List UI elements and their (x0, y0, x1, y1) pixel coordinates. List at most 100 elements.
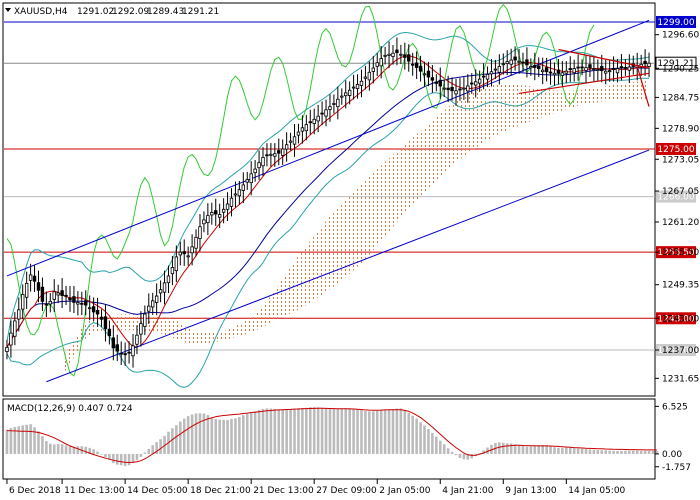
candle-body (84, 300, 88, 306)
macd-histogram-bar (64, 445, 68, 454)
macd-histogram-bar (407, 412, 411, 454)
macd-histogram-bar (249, 412, 253, 454)
macd-histogram-bar (308, 407, 312, 454)
macd-histogram-bar (608, 450, 611, 454)
candle-body (166, 275, 171, 284)
macd-histogram-bar (383, 409, 387, 454)
candle-body (56, 292, 60, 296)
candle-body (206, 215, 210, 224)
candle-body (24, 282, 29, 298)
candle-body (68, 297, 72, 301)
macd-histogram-bar (651, 450, 655, 454)
macd-histogram-bar (194, 413, 198, 454)
candle-body (588, 64, 592, 69)
macd-histogram-bar (411, 415, 414, 454)
macd-histogram-bar (261, 408, 265, 454)
macd-histogram-bar (5, 429, 9, 454)
macd-histogram-bar (446, 448, 450, 454)
macd-histogram-bar (84, 446, 88, 454)
candle-body (399, 53, 403, 56)
macd-histogram-bar (190, 414, 194, 454)
macd-histogram-bar (265, 408, 269, 454)
candle-body (600, 66, 604, 72)
candle-body (493, 68, 498, 71)
candle-body (529, 66, 533, 69)
macd-histogram-bar (584, 449, 588, 454)
macd-histogram-bar (576, 448, 580, 454)
candle-body (28, 274, 33, 281)
candle-body (615, 68, 620, 74)
candle-body (481, 75, 486, 78)
candle-body (324, 109, 328, 117)
macd-histogram-bar (68, 446, 72, 454)
macd-histogram-bar (628, 450, 631, 454)
macd-histogram-bar (549, 446, 552, 454)
macd-histogram-bar (25, 424, 28, 454)
macd-histogram-bar (29, 424, 32, 454)
candle-body (442, 87, 446, 90)
macd-histogram-bar (505, 443, 509, 454)
macd-tick-label: 6.525 (662, 402, 688, 412)
macd-histogram-bar (375, 410, 379, 454)
candle-body (131, 345, 135, 357)
macd-histogram-bar (336, 408, 340, 454)
macd-histogram-bar (52, 444, 56, 454)
macd-histogram-bar (624, 450, 627, 454)
ohlc-high: 1292.09 (112, 7, 149, 17)
macd-histogram-bar (45, 441, 48, 454)
macd-histogram-bar (435, 436, 438, 454)
candle-body (351, 86, 356, 89)
macd-histogram-bar (76, 446, 80, 454)
candle-body (596, 69, 600, 72)
candle-body (202, 219, 206, 225)
candle-body (371, 67, 375, 72)
macd-histogram-bar (647, 450, 651, 454)
candle-body (170, 267, 175, 275)
candle-body (584, 67, 588, 71)
candle-body (379, 58, 383, 67)
macd-histogram-bar (643, 450, 647, 454)
candle-body (387, 53, 391, 56)
candle-body (513, 56, 517, 61)
time-tick-label: 14 Dec 05:00 (127, 486, 188, 496)
macd-histogram-bar (147, 448, 151, 454)
macd-histogram-bar (592, 449, 596, 454)
candle-body (611, 67, 616, 71)
candle-body (245, 179, 249, 183)
candle-body (304, 124, 309, 132)
candle-body (233, 193, 238, 196)
macd-histogram-bar (230, 419, 233, 454)
macd-histogram-bar (419, 422, 422, 454)
macd-histogram-bar (48, 443, 52, 454)
macd-histogram-bar (21, 425, 25, 454)
candle-body (95, 309, 100, 315)
macd-histogram-bar (198, 413, 202, 454)
macd-histogram-bar (360, 410, 363, 454)
macd-histogram-bar (182, 418, 186, 454)
candle-body (198, 226, 202, 239)
candle-body (123, 353, 127, 356)
candle-body (340, 95, 344, 98)
macd-histogram-bar (368, 411, 371, 454)
candle-body (375, 62, 379, 67)
macd-histogram-bar (17, 426, 21, 454)
macd-histogram-bar (285, 409, 288, 454)
forex-chart: 1299.001291.211275.001266.001255.501243.… (2, 2, 699, 496)
candle-body (592, 68, 596, 70)
candle-body (517, 60, 521, 63)
macd-histogram-bar (139, 453, 143, 457)
time-tick-label: 9 Jan 13:00 (505, 486, 557, 496)
price-tick-label: 1278.90 (662, 124, 699, 134)
candle-body (391, 52, 395, 57)
macd-histogram-bar (517, 445, 521, 454)
macd-histogram-bar (127, 453, 131, 466)
macd-histogram-bar (348, 408, 351, 454)
macd-histogram-bar (328, 408, 332, 454)
price-tick-label: 1261.20 (662, 218, 699, 228)
macd-histogram-bar (458, 453, 462, 458)
macd-histogram-bar (301, 407, 304, 454)
candle-body (52, 291, 56, 300)
candle-body (540, 69, 545, 73)
candle-body (127, 351, 131, 354)
macd-histogram-bar (96, 451, 99, 454)
